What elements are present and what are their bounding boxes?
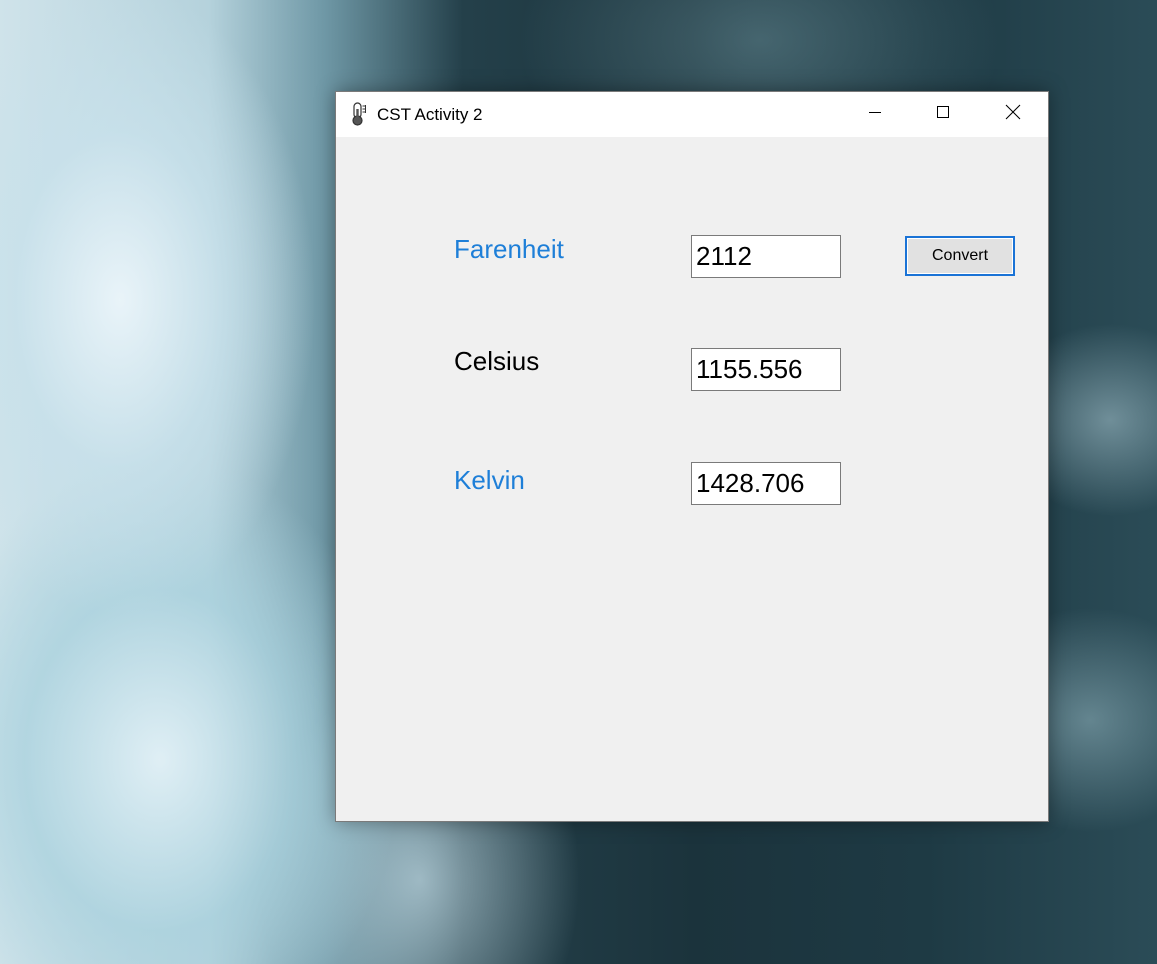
kelvin-label: Kelvin [454,465,525,495]
close-button[interactable] [978,92,1048,137]
form-client-area: Farenheit Convert Celsius Kelvin [336,137,1048,821]
minimize-button[interactable] [840,92,910,137]
minimize-icon [868,105,882,124]
app-window: CST Activity 2 Farenheit Convert Celsius… [335,91,1049,822]
celsius-output[interactable] [691,348,841,391]
kelvin-output[interactable] [691,462,841,505]
close-icon [1005,104,1021,125]
convert-button[interactable]: Convert [905,236,1015,276]
maximize-icon [936,105,950,124]
window-title: CST Activity 2 [377,105,483,124]
thermometer-icon [348,102,370,126]
fahrenheit-input[interactable] [691,235,841,278]
title-bar[interactable]: CST Activity 2 [336,92,1048,137]
celsius-label: Celsius [454,346,540,376]
fahrenheit-label: Farenheit [454,234,564,264]
maximize-button[interactable] [908,92,978,137]
